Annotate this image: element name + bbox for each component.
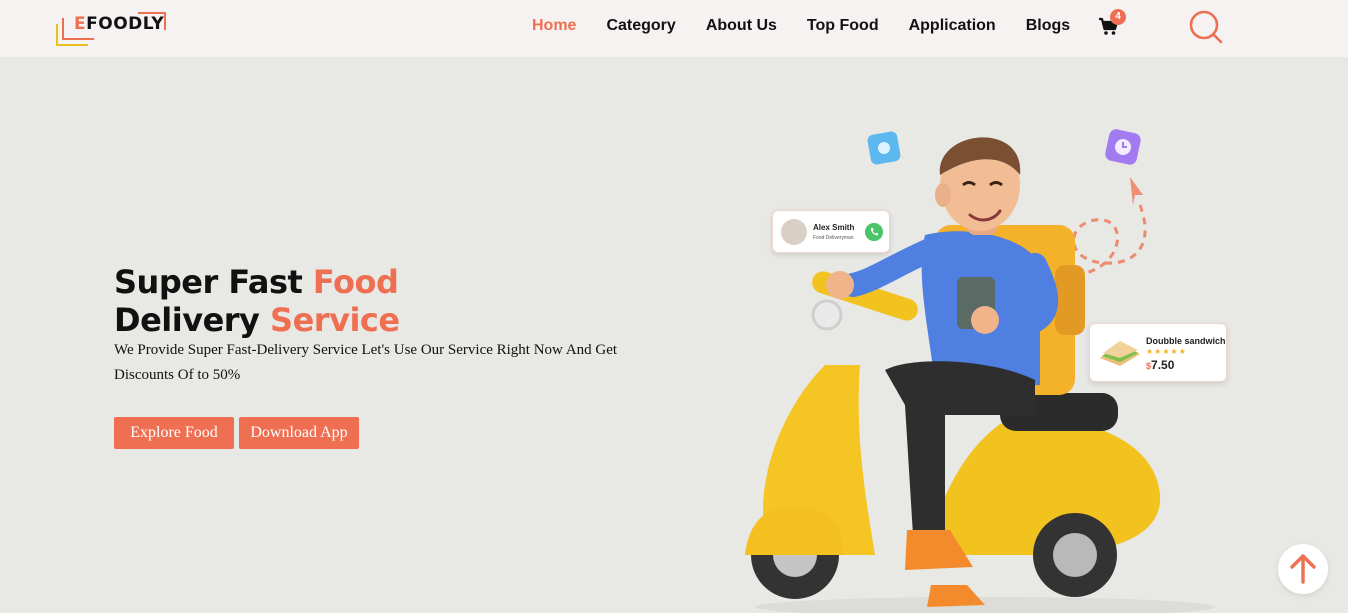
cart-count-badge: 4 — [1110, 9, 1126, 25]
nav-application[interactable]: Application — [909, 17, 996, 35]
download-app-button[interactable]: Download App — [239, 417, 359, 449]
driver-role: Food Deliveryman — [813, 235, 854, 241]
driver-name: Alex Smith — [813, 223, 855, 232]
sandwich-image — [1100, 341, 1140, 366]
hero-title: Super Fast Food Delivery Service — [114, 263, 400, 339]
nav-category[interactable]: Category — [606, 17, 675, 35]
food-price: $7.50 — [1146, 358, 1175, 372]
nav-blogs[interactable]: Blogs — [1026, 17, 1070, 35]
location-pin-icon — [867, 131, 901, 165]
phone-icon[interactable] — [865, 223, 883, 241]
search-icon[interactable] — [1188, 9, 1224, 45]
driver-avatar — [781, 219, 807, 245]
driver-card: Alex Smith Food Deliveryman — [772, 210, 890, 253]
explore-food-button[interactable]: Explore Food — [114, 417, 234, 449]
food-card: Doubble sandwich ★★★★★ $7.50 — [1089, 323, 1227, 382]
logo-text: EFOODLY — [74, 14, 165, 34]
food-rating: ★★★★★ — [1146, 347, 1187, 356]
nav-top-food[interactable]: Top Food — [807, 17, 879, 35]
nav-about-us[interactable]: About Us — [706, 17, 777, 35]
site-header: EFOODLY Home Category About Us Top Food … — [0, 0, 1348, 57]
clock-icon — [1105, 129, 1141, 165]
hero-description: We Provide Super Fast-Delivery Service L… — [114, 342, 618, 383]
nav-home[interactable]: Home — [532, 17, 576, 35]
food-name: Doubble sandwich — [1146, 336, 1226, 346]
main-nav: Home Category About Us Top Food Applicat… — [532, 17, 1100, 35]
arrow-up-icon[interactable] — [1278, 544, 1328, 594]
logo[interactable]: EFOODLY — [56, 10, 168, 48]
